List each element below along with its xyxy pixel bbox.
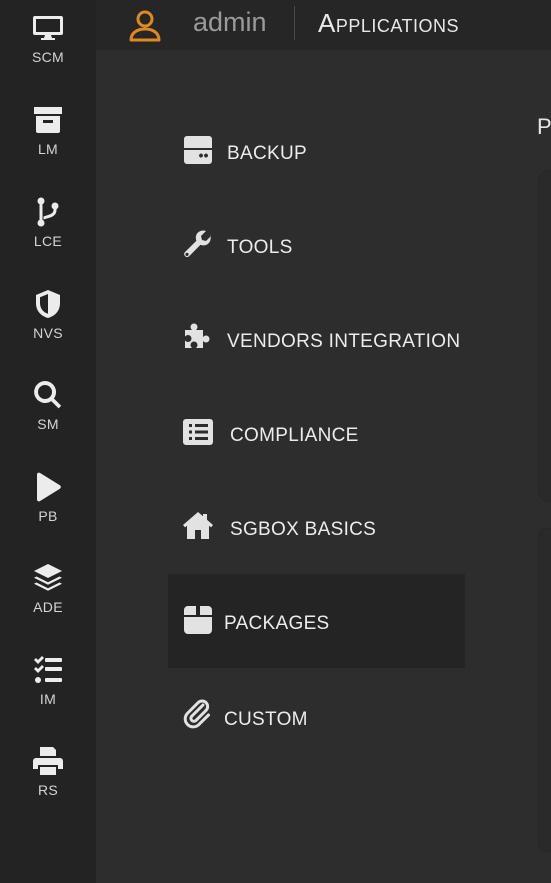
menu-item-tools[interactable]: TOOLS: [168, 200, 465, 294]
menu-item-packages[interactable]: PACKAGES: [168, 574, 465, 668]
menu-item-label: COMPLIANCE: [230, 425, 359, 446]
page-title: Applications: [318, 8, 460, 38]
rail-item-ade[interactable]: ADE: [0, 562, 96, 642]
content-title: P: [537, 114, 551, 139]
rail-item-pb[interactable]: PB: [0, 471, 96, 551]
user-name[interactable]: admin: [193, 7, 267, 38]
search-icon: [34, 380, 62, 409]
play-icon: [37, 472, 61, 502]
menu-item-custom[interactable]: CUSTOM: [168, 670, 465, 764]
printer-icon: [33, 747, 63, 775]
left-rail: SCM LM LCE NVS SM PB ADE IM RS: [0, 0, 96, 883]
puzzle-piece-icon: [185, 323, 210, 348]
rail-label: SCM: [31, 49, 64, 65]
menu-item-label: TOOLS: [227, 237, 293, 258]
rail-label: PB: [38, 508, 58, 524]
code-branch-icon: [37, 197, 59, 227]
rail-item-rs[interactable]: RS: [0, 745, 96, 825]
rail-label: NVS: [33, 325, 63, 341]
menu-item-compliance[interactable]: COMPLIANCE: [168, 388, 465, 482]
divider: [294, 6, 295, 40]
rail-label: RS: [37, 782, 59, 798]
list-alt-icon: [183, 419, 213, 445]
rail-label: LCE: [33, 233, 63, 249]
menu-item-label: SGBOX BASICS: [230, 519, 377, 540]
menu-item-backup[interactable]: BACKUP: [168, 106, 465, 200]
home-icon: [183, 512, 213, 539]
rail-label: LM: [37, 141, 59, 157]
layers-icon: [34, 564, 62, 591]
top-bar: admin Applications: [96, 0, 551, 50]
wrench-icon: [184, 230, 211, 257]
monitor-icon: [33, 16, 63, 40]
rail-item-lm[interactable]: LM: [0, 104, 96, 184]
hard-drive-icon: [184, 136, 212, 164]
rail-item-im[interactable]: IM: [0, 654, 96, 734]
menu-item-vendors-integration[interactable]: VENDORS INTEGRATION: [168, 294, 465, 388]
rail-item-scm[interactable]: SCM: [0, 12, 96, 92]
menu-item-label: PACKAGES: [224, 613, 330, 634]
archive-box-icon: [34, 107, 62, 133]
box-icon: [184, 606, 212, 634]
menu-item-label: BACKUP: [227, 143, 307, 164]
rail-item-lce[interactable]: LCE: [0, 196, 96, 276]
rail-label: SM: [37, 416, 59, 432]
shield-icon: [36, 290, 60, 318]
rail-label: IM: [39, 691, 57, 707]
rail-label: ADE: [33, 599, 63, 615]
user-icon[interactable]: [128, 8, 162, 42]
task-list-icon: [34, 656, 62, 683]
menu-item-label: VENDORS INTEGRATION: [227, 331, 461, 352]
content-card: [538, 170, 551, 502]
paperclip-icon: [183, 699, 210, 729]
rail-item-nvs[interactable]: NVS: [0, 288, 96, 368]
menu-item-sgbox-basics[interactable]: SGBOX BASICS: [168, 482, 465, 576]
rail-item-sm[interactable]: SM: [0, 379, 96, 459]
menu-item-label: CUSTOM: [224, 709, 308, 730]
content-card: [538, 528, 551, 852]
